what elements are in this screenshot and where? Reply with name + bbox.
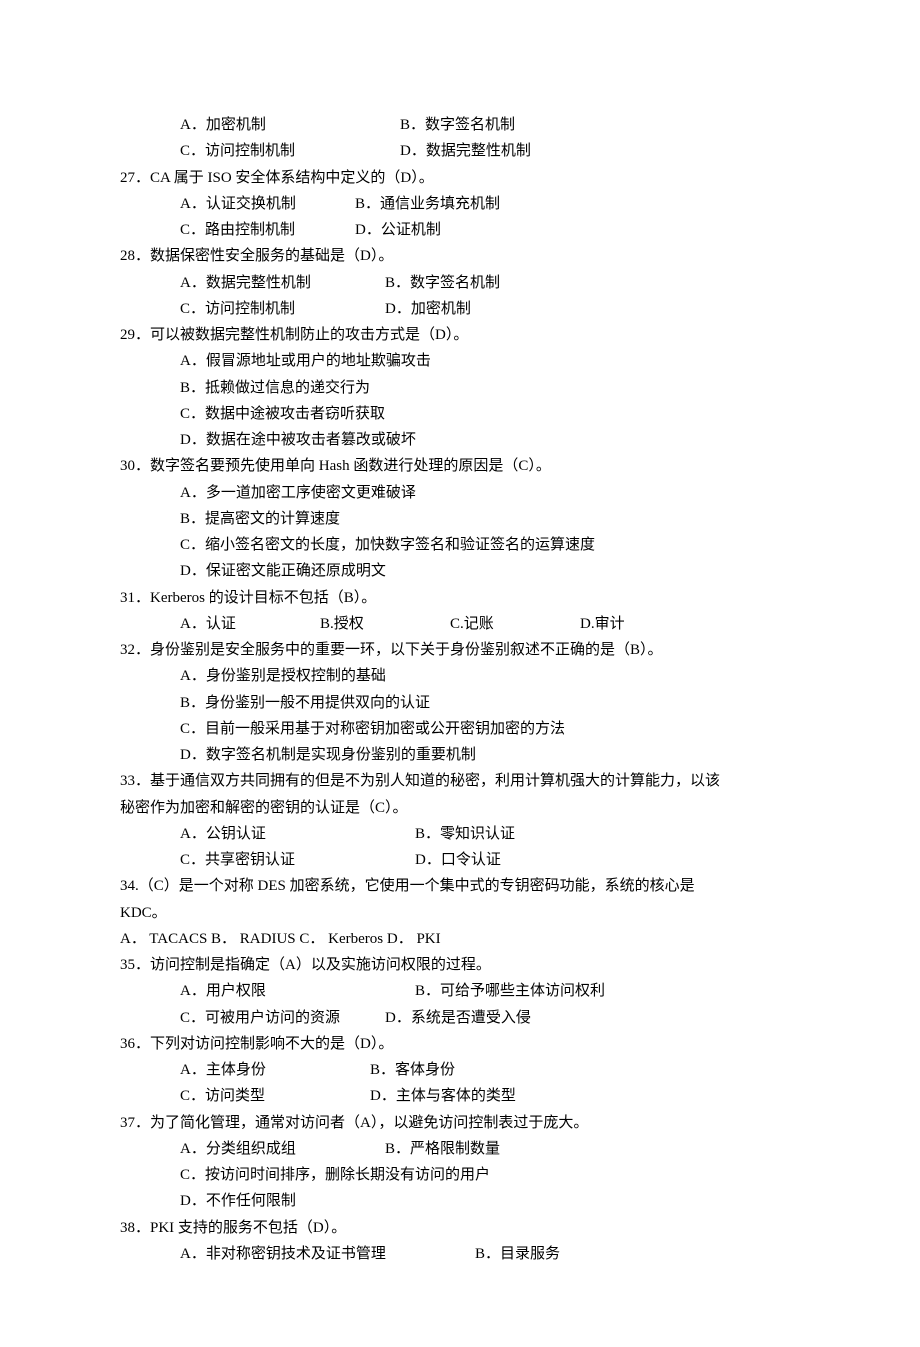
q33-opt-c: C．共享密钥认证 [180, 847, 415, 873]
q37-opt-d: D．不作任何限制 [120, 1188, 800, 1214]
q31-text: 31．Kerberos 的设计目标不包括（B）。 [120, 585, 800, 611]
q30-opt-c: C．缩小签名密文的长度，加快数字签名和验证签名的运算速度 [120, 532, 800, 558]
q31-options-row: A．认证 B.授权 C.记账 D.审计 [120, 611, 800, 637]
q27-text: 27．CA 属于 ISO 安全体系结构中定义的（D）。 [120, 165, 800, 191]
q35-opt-a: A．用户权限 [180, 978, 415, 1004]
q36-opt-b: B．客体身份 [370, 1057, 455, 1083]
q28-options-row1: A．数据完整性机制 B．数字签名机制 [120, 270, 800, 296]
q27-options-row2: C．路由控制机制 D．公证机制 [120, 217, 800, 243]
q35-opt-c: C．可被用户访问的资源 [180, 1005, 385, 1031]
q28-opt-a: A．数据完整性机制 [180, 270, 385, 296]
q27-options-row1: A．认证交换机制 B．通信业务填充机制 [120, 191, 800, 217]
q36-opt-d: D．主体与客体的类型 [370, 1083, 516, 1109]
q35-opt-d: D．系统是否遭受入侵 [385, 1005, 531, 1031]
q32-opt-a: A．身份鉴别是授权控制的基础 [120, 663, 800, 689]
q36-options-row2: C．访问类型 D．主体与客体的类型 [120, 1083, 800, 1109]
q26-options-row1: A．加密机制 B．数字签名机制 [120, 112, 800, 138]
q34-text-line1: 34.（C）是一个对称 DES 加密系统，它使用一个集中式的专钥密码功能，系统的… [120, 873, 800, 899]
q38-text: 38．PKI 支持的服务不包括（D）。 [120, 1215, 800, 1241]
q33-text-line1: 33．基于通信双方共同拥有的但是不为别人知道的秘密，利用计算机强大的计算能力，以… [120, 768, 800, 794]
q28-opt-c: C．访问控制机制 [180, 296, 385, 322]
q37-options-row1: A．分类组织成组 B．严格限制数量 [120, 1136, 800, 1162]
q33-text-line2: 秘密作为加密和解密的密钥的认证是（C）。 [120, 795, 800, 821]
q26-opt-b: B．数字签名机制 [400, 112, 515, 138]
q31-opt-d: D.审计 [580, 611, 625, 637]
q26-opt-c: C．访问控制机制 [180, 138, 400, 164]
q36-text: 36．下列对访问控制影响不大的是（D）。 [120, 1031, 800, 1057]
q35-text: 35．访问控制是指确定（A）以及实施访问权限的过程。 [120, 952, 800, 978]
q28-options-row2: C．访问控制机制 D．加密机制 [120, 296, 800, 322]
q37-opt-c: C．按访问时间排序，删除长期没有访问的用户 [120, 1162, 800, 1188]
q35-options-row2: C．可被用户访问的资源 D．系统是否遭受入侵 [120, 1005, 800, 1031]
q29-opt-b: B．抵赖做过信息的递交行为 [120, 375, 800, 401]
document-page: A．加密机制 B．数字签名机制 C．访问控制机制 D．数据完整性机制 27．CA… [0, 0, 920, 1347]
q31-opt-a: A．认证 [180, 611, 320, 637]
q33-opt-b: B．零知识认证 [415, 821, 515, 847]
q33-options-row1: A．公钥认证 B．零知识认证 [120, 821, 800, 847]
q29-text: 29．可以被数据完整性机制防止的攻击方式是（D）。 [120, 322, 800, 348]
q29-opt-c: C．数据中途被攻击者窃听获取 [120, 401, 800, 427]
q27-opt-d: D．公证机制 [355, 217, 441, 243]
q37-opt-b: B．严格限制数量 [385, 1136, 500, 1162]
q30-text: 30．数字签名要预先使用单向 Hash 函数进行处理的原因是（C）。 [120, 453, 800, 479]
q37-opt-a: A．分类组织成组 [180, 1136, 385, 1162]
q30-opt-b: B．提高密文的计算速度 [120, 506, 800, 532]
q28-text: 28．数据保密性安全服务的基础是（D）。 [120, 243, 800, 269]
q30-opt-a: A．多一道加密工序使密文更难破译 [120, 480, 800, 506]
q33-opt-d: D．口令认证 [415, 847, 501, 873]
q35-opt-b: B．可给予哪些主体访问权利 [415, 978, 605, 1004]
q31-opt-c: C.记账 [450, 611, 580, 637]
q37-text: 37．为了简化管理，通常对访问者（A），以避免访问控制表过于庞大。 [120, 1110, 800, 1136]
q32-text: 32．身份鉴别是安全服务中的重要一环，以下关于身份鉴别叙述不正确的是（B）。 [120, 637, 800, 663]
q32-opt-b: B．身份鉴别一般不用提供双向的认证 [120, 690, 800, 716]
q27-opt-b: B．通信业务填充机制 [355, 191, 500, 217]
q26-options-row2: C．访问控制机制 D．数据完整性机制 [120, 138, 800, 164]
q29-opt-d: D．数据在途中被攻击者篡改或破坏 [120, 427, 800, 453]
q29-opt-a: A．假冒源地址或用户的地址欺骗攻击 [120, 348, 800, 374]
q27-opt-a: A．认证交换机制 [180, 191, 355, 217]
q28-opt-b: B．数字签名机制 [385, 270, 500, 296]
q36-opt-c: C．访问类型 [180, 1083, 370, 1109]
q36-options-row1: A．主体身份 B．客体身份 [120, 1057, 800, 1083]
q28-opt-d: D．加密机制 [385, 296, 471, 322]
q32-opt-c: C．目前一般采用基于对称密钥加密或公开密钥加密的方法 [120, 716, 800, 742]
q33-opt-a: A．公钥认证 [180, 821, 415, 847]
q38-opt-a: A．非对称密钥技术及证书管理 [180, 1241, 475, 1267]
q33-options-row2: C．共享密钥认证 D．口令认证 [120, 847, 800, 873]
q36-opt-a: A．主体身份 [180, 1057, 370, 1083]
q38-options-row1: A．非对称密钥技术及证书管理 B．目录服务 [120, 1241, 800, 1267]
q35-options-row1: A．用户权限 B．可给予哪些主体访问权利 [120, 978, 800, 1004]
q32-opt-d: D．数字签名机制是实现身份鉴别的重要机制 [120, 742, 800, 768]
q34-options: A． TACACS B． RADIUS C． Kerberos D． PKI [120, 926, 800, 952]
q31-opt-b: B.授权 [320, 611, 450, 637]
q34-text-line2: KDC。 [120, 900, 800, 926]
q26-opt-a: A．加密机制 [180, 112, 400, 138]
q27-opt-c: C．路由控制机制 [180, 217, 355, 243]
q26-opt-d: D．数据完整性机制 [400, 138, 531, 164]
q38-opt-b: B．目录服务 [475, 1241, 560, 1267]
q30-opt-d: D．保证密文能正确还原成明文 [120, 558, 800, 584]
